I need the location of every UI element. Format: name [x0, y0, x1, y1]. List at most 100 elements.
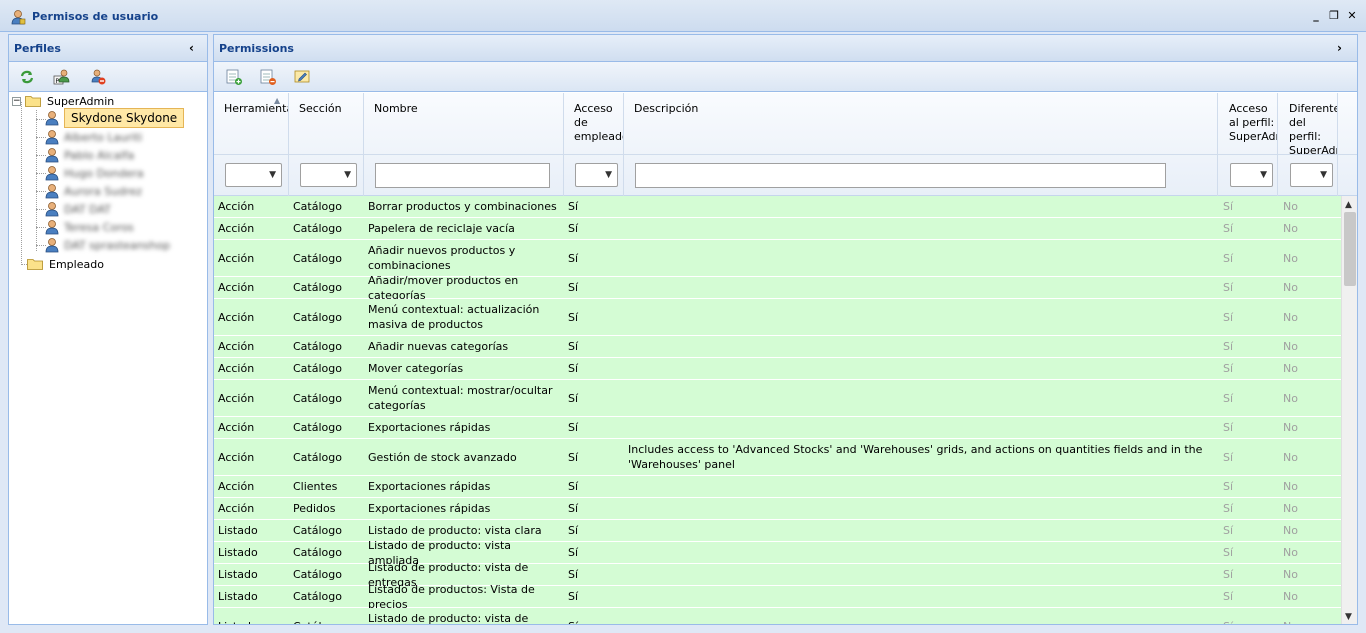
- filter-herramienta-select[interactable]: ▼: [225, 163, 282, 187]
- filter-nombre-input[interactable]: [375, 163, 550, 188]
- cell-acceso[interactable]: Sí: [568, 520, 622, 541]
- cell-acceso[interactable]: Sí: [568, 542, 622, 563]
- cell-acceso-perfil: Sí: [1223, 310, 1234, 324]
- cell-diferente: No: [1283, 546, 1298, 559]
- filter-acceso-select[interactable]: ▼: [575, 163, 618, 187]
- cell-acceso[interactable]: Sí: [568, 608, 622, 625]
- cell-acceso[interactable]: Sí: [568, 240, 622, 276]
- column-header-diferente[interactable]: Diferente del perfil: SuperAdm: [1278, 93, 1338, 154]
- filter-seccion-select[interactable]: ▼: [300, 163, 357, 187]
- collapse-left-icon[interactable]: ‹: [189, 41, 201, 55]
- cell-seccion: Catálogo: [293, 568, 342, 581]
- tree-node-empleado[interactable]: Empleado: [27, 255, 104, 273]
- cell-diferente: No: [1283, 251, 1298, 265]
- cell-acceso[interactable]: Sí: [568, 564, 622, 585]
- permissions-panel-header: Permissions ›: [214, 35, 1357, 62]
- table-row[interactable]: Acción Catálogo Añadir nuevas categorías…: [214, 336, 1341, 358]
- cell-descripcion: [628, 218, 1214, 239]
- table-row[interactable]: Listado Catálogo Listado de producto: vi…: [214, 608, 1341, 625]
- chevron-down-icon: ▼: [1260, 170, 1267, 180]
- scroll-down-icon[interactable]: ▼: [1345, 612, 1352, 622]
- column-header-seccion[interactable]: Sección: [289, 93, 364, 154]
- permissions-toolbar: [214, 62, 1357, 92]
- filter-descripcion-input[interactable]: [635, 163, 1166, 188]
- cell-acceso-perfil: Sí: [1223, 340, 1234, 353]
- user-delete-icon[interactable]: [89, 68, 107, 86]
- cell-nombre: Añadir nuevos productos y combinaciones: [368, 244, 516, 272]
- cell-acceso[interactable]: Sí: [568, 586, 622, 607]
- edit-icon[interactable]: [293, 68, 311, 86]
- cell-nombre: Menú contextual: mostrar/ocultar categor…: [368, 384, 553, 412]
- expand-right-icon[interactable]: ›: [1337, 41, 1349, 55]
- tree-node-label: DAT sprasteanshop: [64, 238, 171, 252]
- table-row[interactable]: Acción Catálogo Añadir/mover productos e…: [214, 274, 1341, 302]
- cell-nombre: Mover categorías: [368, 362, 464, 375]
- grid-body: Acción Catálogo Borrar productos y combi…: [214, 196, 1341, 625]
- table-row[interactable]: Acción Catálogo Borrar productos y combi…: [214, 196, 1341, 218]
- column-header-nombre[interactable]: Nombre: [364, 93, 564, 154]
- cell-acceso-perfil: Sí: [1223, 362, 1234, 375]
- cell-acceso[interactable]: Sí: [568, 476, 622, 497]
- cell-diferente: No: [1283, 222, 1298, 235]
- cell-herramienta: Acción: [218, 502, 255, 515]
- table-row[interactable]: Acción Catálogo Menú contextual: mostrar…: [214, 380, 1341, 417]
- close-button[interactable]: ✕: [1346, 10, 1358, 22]
- tree-node-user[interactable]: Alberto Lauriti: [44, 128, 142, 146]
- cell-acceso[interactable]: Sí: [568, 439, 622, 475]
- tree-node-user[interactable]: Hugo Dondera: [44, 164, 144, 182]
- cell-acceso[interactable]: Sí: [568, 218, 622, 239]
- tree-node-user[interactable]: Aurora Sudrez: [44, 182, 142, 200]
- scroll-thumb[interactable]: [1344, 212, 1356, 286]
- column-header-herramienta[interactable]: Herramienta ▲: [214, 93, 289, 154]
- table-row[interactable]: Listado Catálogo Listado de productos: V…: [214, 583, 1341, 611]
- cell-descripcion: [628, 586, 1214, 607]
- table-row[interactable]: Acción Catálogo Exportaciones rápidas Sí…: [214, 417, 1341, 439]
- table-row[interactable]: Acción Catálogo Añadir nuevos productos …: [214, 240, 1341, 277]
- vertical-scrollbar[interactable]: ▲ ▼: [1341, 196, 1357, 624]
- cell-acceso[interactable]: Sí: [568, 336, 622, 357]
- table-row[interactable]: Acción Clientes Exportaciones rápidas Sí…: [214, 476, 1341, 498]
- minimize-button[interactable]: _: [1310, 10, 1322, 22]
- cell-acceso[interactable]: Sí: [568, 277, 622, 298]
- cell-acceso[interactable]: Sí: [568, 196, 622, 217]
- collapse-toggle-icon[interactable]: −: [12, 96, 21, 106]
- tree-node-label: Teresa Coros: [64, 220, 134, 234]
- user-icon: [45, 130, 59, 145]
- table-row[interactable]: Acción Catálogo Menú contextual: actuali…: [214, 299, 1341, 336]
- column-header-acceso-empleado[interactable]: Acceso de empleado: [564, 93, 624, 154]
- cell-diferente: No: [1283, 281, 1298, 294]
- tree-node-label: SuperAdmin: [47, 94, 115, 108]
- filter-acceso-perfil-select[interactable]: ▼: [1230, 163, 1273, 187]
- table-row[interactable]: Acción Catálogo Papelera de reciclaje va…: [214, 218, 1341, 240]
- restore-button[interactable]: ❐: [1328, 10, 1340, 22]
- cell-acceso[interactable]: Sí: [568, 417, 622, 438]
- table-row[interactable]: Acción Pedidos Exportaciones rápidas Sí …: [214, 498, 1341, 520]
- window-titlebar: Permisos de usuario _ ❐ ✕: [0, 0, 1366, 32]
- cell-acceso[interactable]: Sí: [568, 358, 622, 379]
- grid-delete-icon[interactable]: [259, 68, 277, 86]
- cell-acceso[interactable]: Sí: [568, 498, 622, 519]
- filter-diferente-select[interactable]: ▼: [1290, 163, 1333, 187]
- tree-node-user[interactable]: Pablo Alcalfa: [44, 146, 134, 164]
- cell-herramienta: Listado: [218, 524, 258, 537]
- column-header-descripcion[interactable]: Descripción: [624, 93, 1218, 154]
- table-row[interactable]: Acción Catálogo Gestión de stock avanzad…: [214, 439, 1341, 476]
- tree-node-user[interactable]: Teresa Coros: [44, 218, 134, 236]
- scroll-up-icon[interactable]: ▲: [1345, 200, 1352, 210]
- tree-node-user-selected[interactable]: Skydone Skydone: [44, 108, 185, 128]
- cell-acceso-perfil: Sí: [1223, 450, 1234, 464]
- tree-node-user[interactable]: DAT sprasteanshop: [44, 236, 170, 254]
- grid-add-icon[interactable]: [225, 68, 243, 86]
- column-header-acceso-perfil[interactable]: Acceso al perfil: SuperAdm: [1218, 93, 1278, 154]
- tree-node-label: Empleado: [49, 257, 104, 271]
- cell-herramienta: Acción: [218, 421, 255, 434]
- refresh-icon[interactable]: [18, 68, 36, 86]
- cell-acceso[interactable]: Sí: [568, 380, 622, 416]
- table-row[interactable]: Acción Catálogo Mover categorías Sí Sí N…: [214, 358, 1341, 380]
- tree-node-user[interactable]: DAT DAT: [44, 200, 111, 218]
- cell-acceso-perfil: Sí: [1223, 222, 1234, 235]
- column-label: Acceso al perfil: SuperAdm: [1229, 102, 1277, 143]
- window-title: Permisos de usuario: [32, 10, 159, 23]
- cell-acceso[interactable]: Sí: [568, 299, 622, 335]
- user-profile-icon[interactable]: P: [53, 68, 71, 86]
